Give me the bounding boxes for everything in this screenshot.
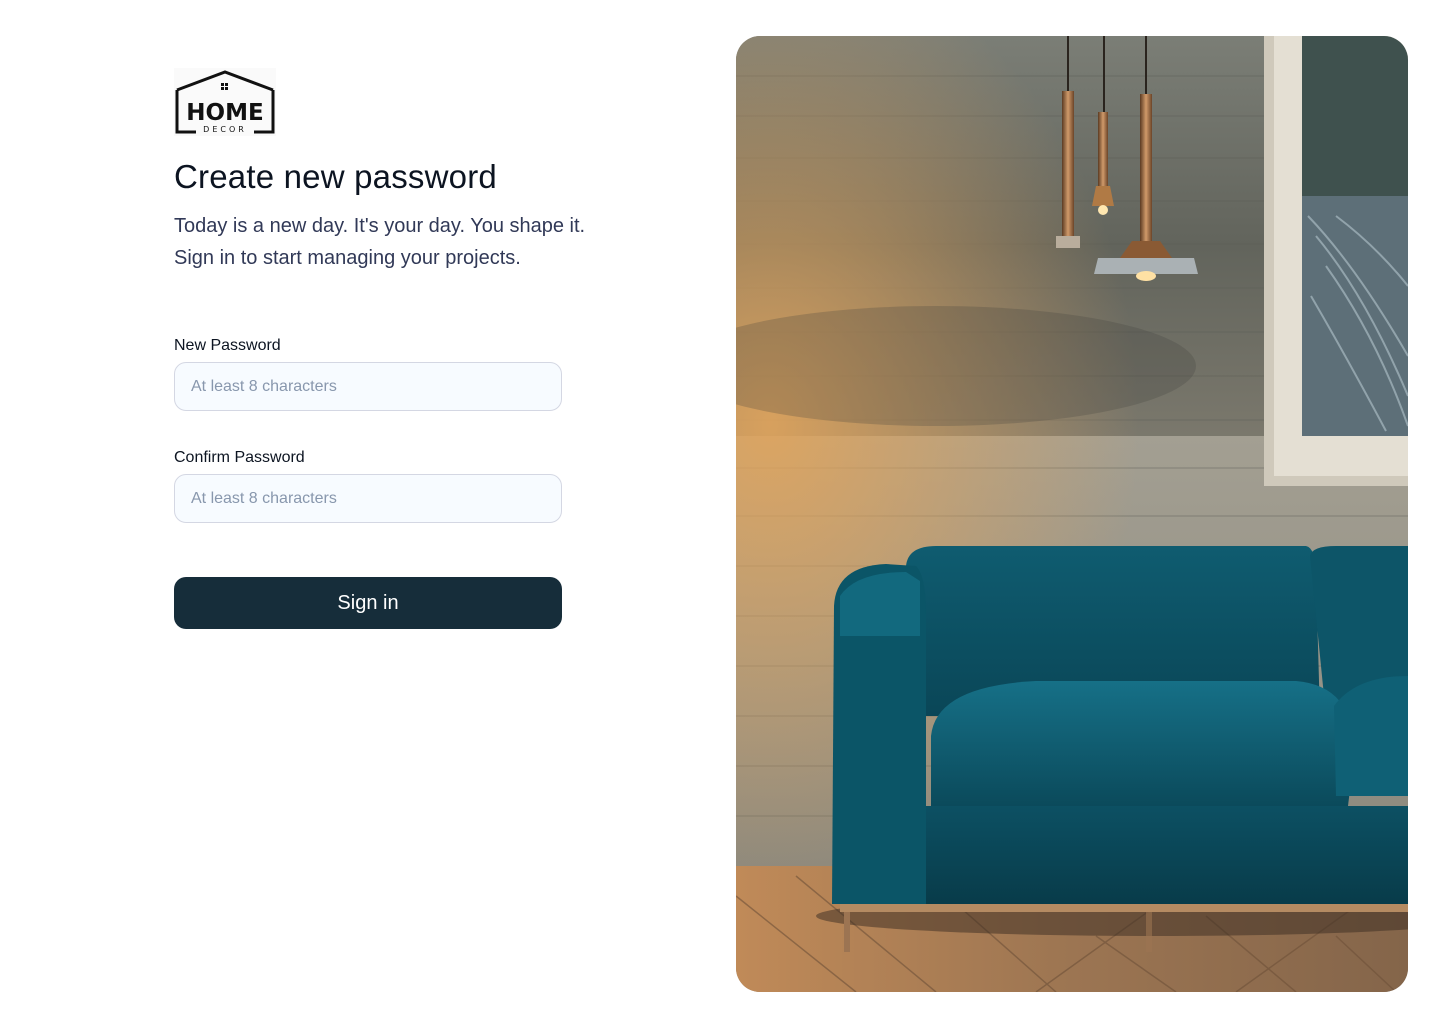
svg-text:DECOR: DECOR xyxy=(203,125,247,134)
subtitle-line-1: Today is a new day. It's your day. You s… xyxy=(174,215,586,237)
confirm-password-label: Confirm Password xyxy=(174,449,305,466)
svg-text:HOME: HOME xyxy=(186,100,263,126)
create-password-page: HOME DECOR Create new password Today is … xyxy=(0,0,1440,1024)
confirm-password-input[interactable] xyxy=(174,474,562,523)
page-title: Create new password xyxy=(174,158,497,195)
new-password-label: New Password xyxy=(174,337,281,354)
sign-in-button[interactable]: Sign in xyxy=(174,577,562,629)
hero-image-living-room xyxy=(736,36,1408,992)
subtitle-line-2: Sign in to start managing your projects. xyxy=(174,247,521,269)
new-password-input[interactable] xyxy=(174,362,562,411)
page-subtitle: Today is a new day. It's your day. You s… xyxy=(174,210,644,274)
home-decor-logo: HOME DECOR xyxy=(174,68,276,136)
